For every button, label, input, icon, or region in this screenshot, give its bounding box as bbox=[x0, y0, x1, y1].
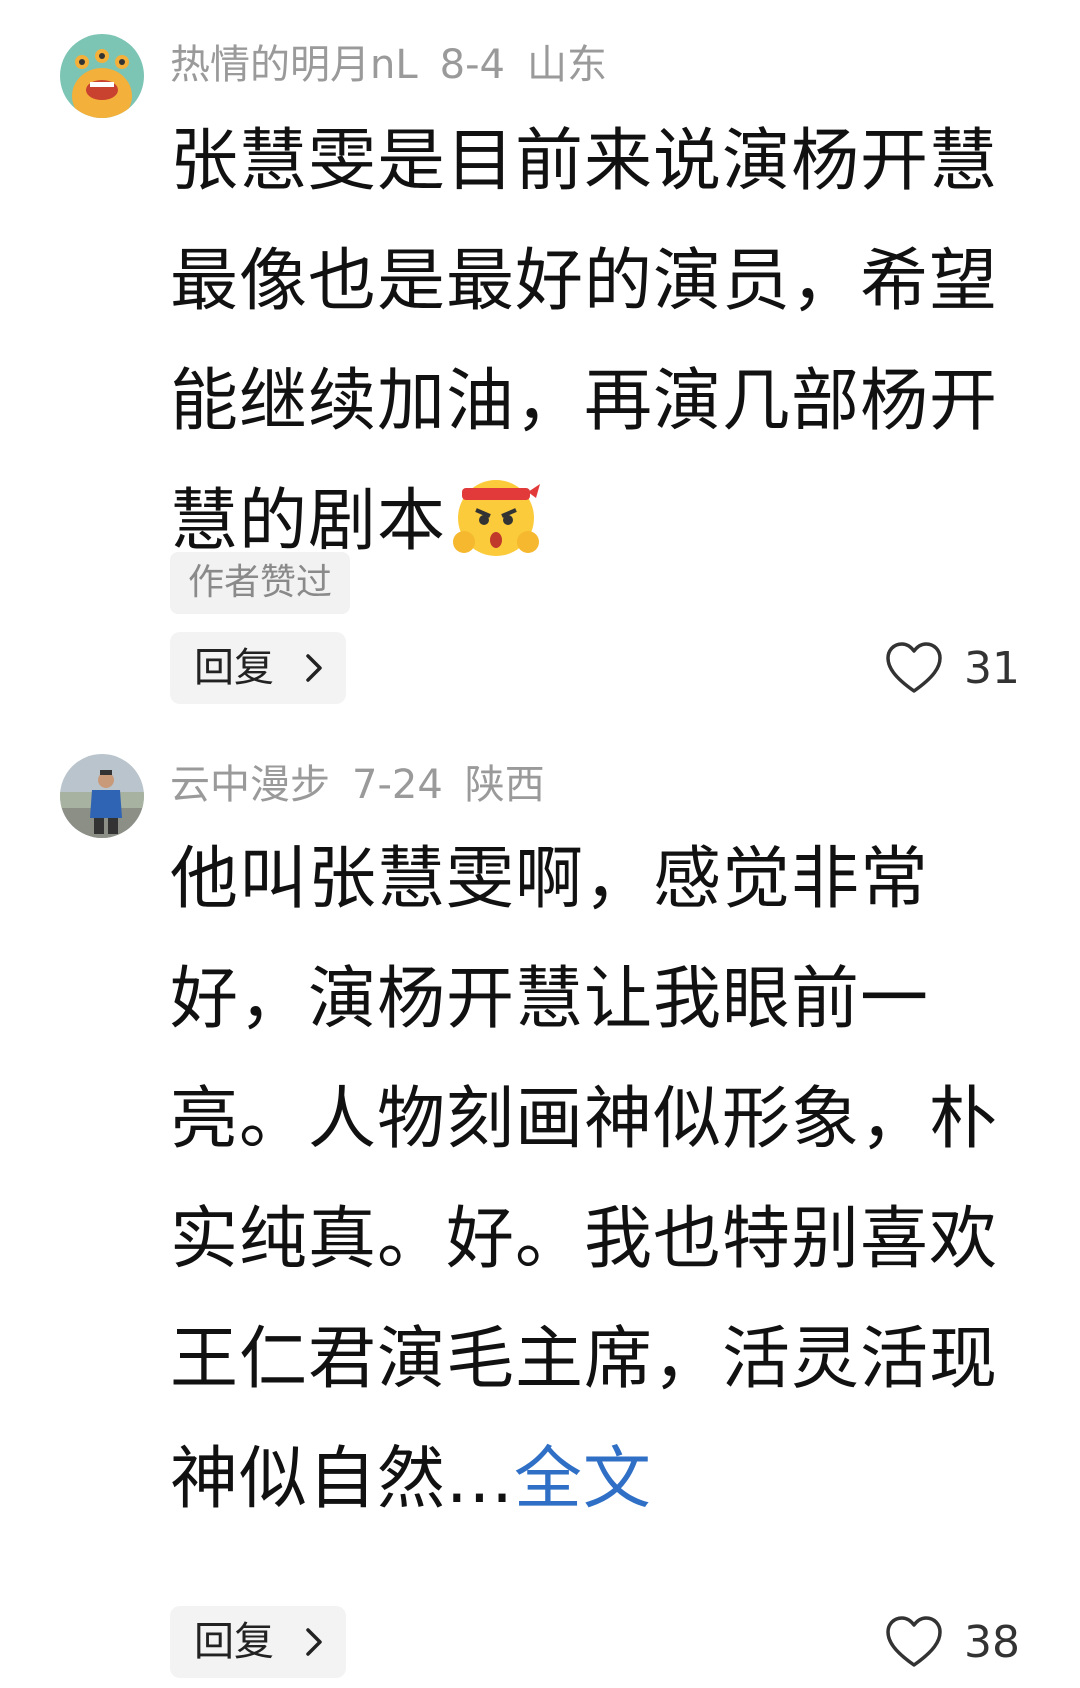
comment-meta: 热情的明月nL 8-4 山东 bbox=[170, 40, 629, 90]
author-liked-badge: 作者赞过 bbox=[170, 552, 351, 614]
avatar[interactable] bbox=[60, 754, 144, 838]
heart-outline-icon bbox=[886, 1616, 942, 1667]
person-photo-avatar-icon bbox=[60, 754, 144, 838]
comment-date: 7-24 bbox=[352, 762, 443, 808]
fighting-emoji-icon bbox=[453, 480, 541, 556]
reply-label: 回复 bbox=[194, 1619, 274, 1665]
like-count: 31 bbox=[964, 642, 1020, 694]
expand-full-text-link[interactable]: 全文 bbox=[514, 1440, 652, 1519]
monster-avatar-icon bbox=[60, 34, 144, 118]
comment-meta: 云中漫步 7-24 陕西 bbox=[170, 760, 567, 810]
comment-text: 他叫张慧雯啊，感觉非常好，演杨开慧让我眼前一亮。人物刻画神似形象，朴实纯真。好。… bbox=[170, 840, 999, 1519]
username[interactable]: 热情的明月nL bbox=[170, 42, 418, 88]
chevron-right-icon bbox=[306, 1628, 322, 1656]
avatar[interactable] bbox=[60, 34, 144, 118]
comment-location: 山东 bbox=[526, 42, 607, 88]
like-button[interactable]: 31 bbox=[884, 632, 1020, 704]
comment-text-wrap: 张慧雯是目前来说演杨开慧最像也是最好的演员，希望能继续加油，再演几部杨开慧的剧本 bbox=[170, 102, 1000, 582]
reply-button[interactable]: 回复 bbox=[170, 1606, 346, 1678]
like-count: 38 bbox=[964, 1616, 1020, 1668]
comment-date: 8-4 bbox=[439, 42, 505, 88]
comment-text: 张慧雯是目前来说演杨开慧最像也是最好的演员，希望能继续加油，再演几部杨开慧的剧本 bbox=[170, 122, 999, 561]
chevron-right-icon bbox=[306, 654, 322, 682]
reply-button[interactable]: 回复 bbox=[170, 632, 346, 704]
username[interactable]: 云中漫步 bbox=[170, 762, 330, 808]
reply-label: 回复 bbox=[194, 645, 274, 691]
like-button[interactable]: 38 bbox=[884, 1606, 1020, 1678]
comment-text-wrap: 他叫张慧雯啊，感觉非常好，演杨开慧让我眼前一亮。人物刻画神似形象，朴实纯真。好。… bbox=[170, 820, 1000, 1540]
comment-location: 陕西 bbox=[464, 762, 545, 808]
heart-outline-icon bbox=[886, 642, 942, 693]
